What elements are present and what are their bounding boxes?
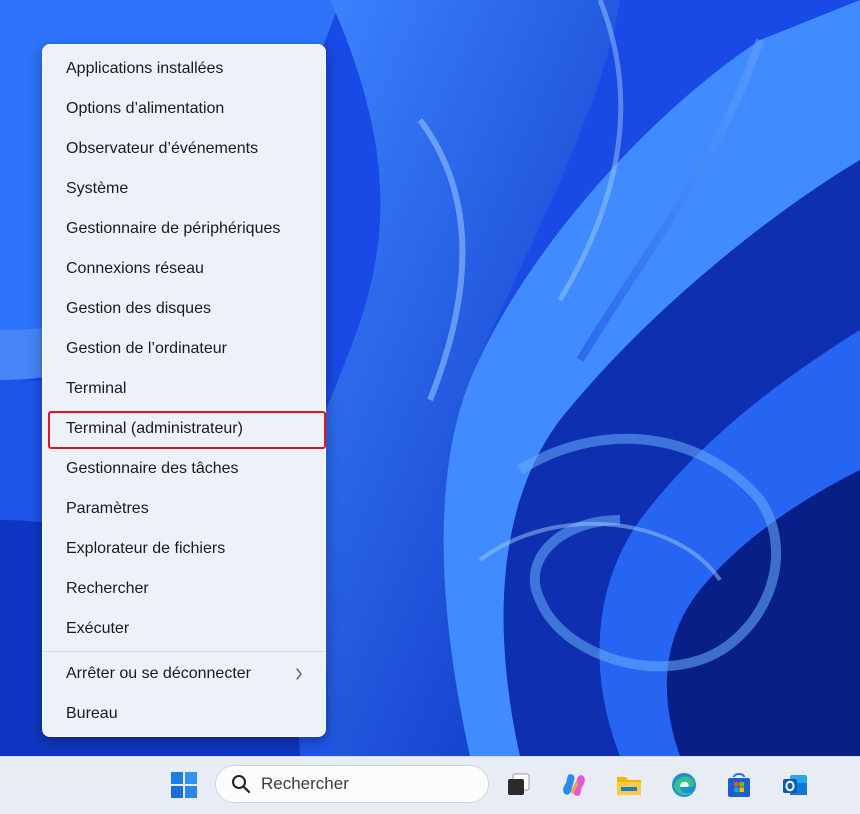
menu-item-label: Explorateur de fichiers [66, 540, 226, 557]
menu-item-settings[interactable]: Paramètres [47, 489, 321, 529]
edge-button[interactable] [666, 767, 702, 803]
menu-item-label: Gestion de l’ordinateur [66, 340, 227, 357]
menu-item-search[interactable]: Rechercher [47, 569, 321, 609]
menu-item-label: Paramètres [66, 500, 149, 517]
menu-item-label: Gestionnaire des tâches [66, 460, 239, 477]
menu-item-label: Rechercher [66, 580, 149, 597]
windows-start-icon [171, 772, 197, 798]
store-button[interactable] [721, 767, 757, 803]
menu-item-label: Bureau [66, 705, 118, 722]
menu-item-label: Options d’alimentation [66, 100, 225, 117]
start-button[interactable] [166, 767, 202, 803]
menu-item-disk-management[interactable]: Gestion des disques [47, 289, 321, 329]
edge-icon [672, 773, 696, 797]
taskbar: Rechercher [0, 756, 860, 814]
menu-item-network-connections[interactable]: Connexions réseau [47, 249, 321, 289]
menu-item-file-explorer[interactable]: Explorateur de fichiers [47, 529, 321, 569]
menu-list: Applications installées Options d’alimen… [43, 49, 326, 734]
menu-item-power-options[interactable]: Options d’alimentation [47, 89, 321, 129]
menu-item-shutdown-signout[interactable]: Arrêter ou se déconnecter [47, 654, 321, 694]
search-placeholder: Rechercher [261, 774, 349, 793]
menu-item-label: Applications installées [66, 60, 224, 77]
menu-item-computer-management[interactable]: Gestion de l’ordinateur [47, 329, 321, 369]
search-icon [232, 775, 251, 794]
menu-separator [43, 651, 325, 652]
copilot-button[interactable] [556, 767, 592, 803]
menu-item-event-viewer[interactable]: Observateur d’événements [47, 129, 321, 169]
task-view-icon [508, 773, 530, 795]
menu-item-task-manager[interactable]: Gestionnaire des tâches [47, 449, 321, 489]
store-icon [728, 773, 750, 797]
menu-item-device-manager[interactable]: Gestionnaire de périphériques [47, 209, 321, 249]
menu-item-terminal-admin[interactable]: Terminal (administrateur) [47, 409, 326, 449]
chevron-right-icon [296, 668, 302, 680]
menu-item-run[interactable]: Exécuter [47, 609, 321, 649]
file-explorer-icon [617, 777, 641, 795]
menu-item-label: Arrêter ou se déconnecter [66, 665, 251, 682]
menu-item-label: Système [66, 180, 129, 197]
menu-item-label: Exécuter [66, 620, 130, 637]
menu-item-desktop[interactable]: Bureau [47, 694, 321, 734]
menu-item-installed-apps[interactable]: Applications installées [47, 49, 321, 89]
menu-item-label: Gestion des disques [66, 300, 211, 317]
task-view-button[interactable] [500, 767, 536, 803]
taskbar-search[interactable]: Rechercher [215, 765, 489, 803]
menu-item-system[interactable]: Système [47, 169, 321, 209]
outlook-icon [783, 775, 807, 795]
menu-item-label: Gestionnaire de périphériques [66, 220, 281, 237]
menu-item-label: Terminal (administrateur) [66, 420, 243, 437]
menu-item-terminal[interactable]: Terminal [47, 369, 321, 409]
winx-context-menu: Applications installées Options d’alimen… [42, 44, 326, 737]
outlook-button[interactable] [777, 767, 813, 803]
menu-item-label: Connexions réseau [66, 260, 204, 277]
menu-item-label: Observateur d’événements [66, 140, 259, 157]
menu-item-label: Terminal [66, 380, 127, 397]
file-explorer-button[interactable] [611, 767, 647, 803]
desktop-wallpaper: Applications installées Options d’alimen… [0, 0, 860, 756]
copilot-icon [563, 774, 585, 796]
